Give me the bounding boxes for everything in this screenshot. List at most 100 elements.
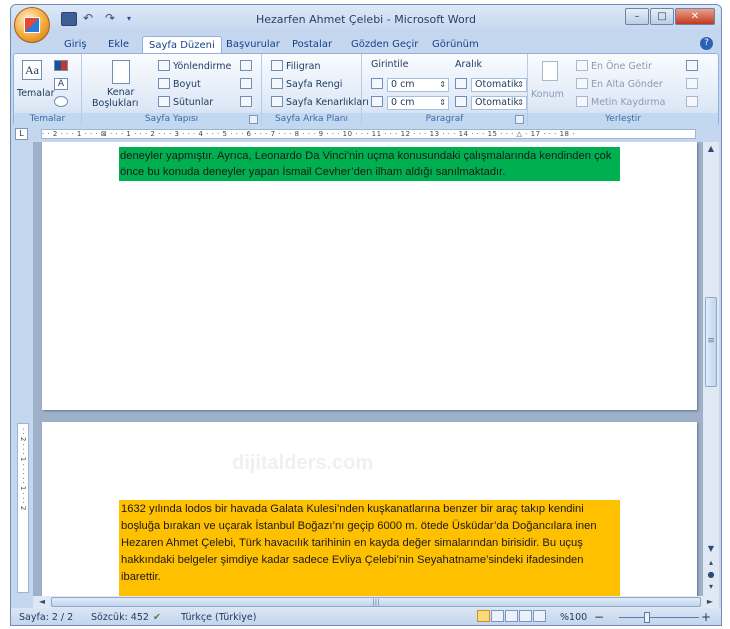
indent-right-field[interactable]: 0 cm xyxy=(387,96,449,110)
scroll-down-button[interactable]: ▼ xyxy=(704,542,718,555)
horizontal-ruler-area: L · · 2 · · · 1 · · · ⊠ · · · 1 · · · 2 … xyxy=(11,127,721,141)
zoom-level[interactable]: %100 xyxy=(560,608,587,625)
group-sayfa-yapisi: Kenar Boşlukları Yönlendirme Boyut Sütun… xyxy=(82,54,262,126)
close-button[interactable]: ✕ xyxy=(675,8,715,25)
theme-fonts-icon[interactable]: A xyxy=(54,78,68,90)
vertical-ruler[interactable]: · · 2 · · · 1 · · · · · 1 · · · 2 xyxy=(17,423,29,593)
zoom-in-button[interactable]: + xyxy=(701,608,711,625)
yonlendirme-label: Yönlendirme xyxy=(173,61,232,72)
horizontal-ruler[interactable]: · · 2 · · · 1 · · · ⊠ · · · 1 · · · 2 · … xyxy=(41,129,696,139)
konum-button[interactable]: Konum xyxy=(531,88,564,102)
breaks-icon[interactable] xyxy=(240,60,255,74)
word-count-status[interactable]: Sözcük: 452 xyxy=(91,608,149,625)
line-numbers-icon[interactable] xyxy=(240,78,255,92)
title-bar: ↶ ↷ ▾ Hezarfen Ahmet Çelebi - Microsoft … xyxy=(11,5,721,43)
full-screen-view-icon[interactable] xyxy=(491,610,504,622)
page-1[interactable]: deneyler yapmıştır. Ayrıca, Leonardo Da … xyxy=(42,142,697,410)
position-icon[interactable] xyxy=(542,61,558,81)
spacing-before-icon xyxy=(455,78,470,92)
boyut-label: Boyut xyxy=(173,79,201,90)
indent-left-icon xyxy=(371,78,386,92)
zoom-slider-thumb[interactable] xyxy=(644,612,650,623)
zoom-slider[interactable] xyxy=(619,617,699,618)
bosluklari-button[interactable]: Boşlukları xyxy=(92,97,138,111)
group-label-sayfa-yapisi: Sayfa Yapısı xyxy=(82,113,261,126)
print-layout-view-icon[interactable] xyxy=(477,610,490,622)
tab-basvurular[interactable]: Başvurular xyxy=(226,36,280,54)
tab-selector-icon[interactable]: L xyxy=(15,128,28,140)
text-wrap-icon xyxy=(576,96,588,107)
en-one-getir-button[interactable]: En Öne Getir xyxy=(576,60,652,74)
scroll-right-button[interactable]: ► xyxy=(703,595,717,608)
boyut-button[interactable]: Boyut xyxy=(158,78,201,92)
send-back-icon xyxy=(576,78,588,89)
horizontal-scroll-thumb[interactable]: ||| xyxy=(51,597,701,607)
en-alta-gonder-button[interactable]: En Alta Gönder xyxy=(576,78,663,92)
spacing-after-field[interactable]: Otomatik xyxy=(471,96,527,110)
zoom-out-button[interactable]: − xyxy=(594,608,604,625)
tab-sayfa-duzeni[interactable]: Sayfa Düzeni xyxy=(142,36,222,54)
tab-gozden-gecir[interactable]: Gözden Geçir xyxy=(351,36,418,54)
page2-paragraph[interactable]: 1632 yılında lodos bir havada Galata Kul… xyxy=(119,500,620,596)
document-area[interactable]: deneyler yapmıştır. Ayrıca, Leonardo Da … xyxy=(33,142,703,596)
align-icon[interactable] xyxy=(686,60,701,74)
sayfa-rengi-button[interactable]: Sayfa Rengi xyxy=(271,78,342,92)
metin-kaydirma-button[interactable]: Metin Kaydırma xyxy=(576,96,665,110)
scroll-left-button[interactable]: ◄ xyxy=(35,595,49,608)
next-page-button[interactable]: ▾ xyxy=(704,580,718,593)
filigran-button[interactable]: Filigran xyxy=(271,60,320,74)
proofing-icon[interactable]: ✔ xyxy=(153,608,161,625)
window-controls: – □ ✕ xyxy=(625,8,715,25)
hyphenation-icon[interactable] xyxy=(240,96,255,110)
spacing-after-icon xyxy=(455,96,470,110)
indent-left-field[interactable]: 0 cm xyxy=(387,78,449,92)
aralik-label: Aralık xyxy=(455,59,483,70)
en-alta-gonder-label: En Alta Gönder xyxy=(591,79,663,90)
temalar-button[interactable]: Temalar xyxy=(17,87,54,101)
group-yerlestir: Konum En Öne Getir En Alta Gönder Metin … xyxy=(528,54,718,126)
yonlendirme-button[interactable]: Yönlendirme xyxy=(158,60,231,74)
page-setup-launcher-icon[interactable] xyxy=(249,115,258,124)
scroll-grip-icon: ≡ xyxy=(707,336,715,346)
sayfa-kenarliklari-label: Sayfa Kenarlıkları xyxy=(286,97,369,108)
vertical-scrollbar[interactable]: ▲ ≡ ▼ ▴ ● ▾ xyxy=(703,142,719,596)
tab-giris[interactable]: Giriş xyxy=(64,36,87,54)
draft-view-icon[interactable] xyxy=(533,610,546,622)
minimize-button[interactable]: – xyxy=(625,8,649,25)
paragraph-launcher-icon[interactable] xyxy=(515,115,524,124)
themes-icon[interactable]: Aa xyxy=(22,60,42,80)
language-status[interactable]: Türkçe (Türkiye) xyxy=(181,608,256,625)
tab-gorunum[interactable]: Görünüm xyxy=(432,36,479,54)
rotate-icon[interactable] xyxy=(686,96,701,110)
vertical-scroll-thumb[interactable]: ≡ xyxy=(705,297,717,387)
maximize-button[interactable]: □ xyxy=(650,8,674,25)
spacing-before-field[interactable]: Otomatik xyxy=(471,78,527,92)
margins-icon[interactable] xyxy=(112,60,130,84)
web-layout-view-icon[interactable] xyxy=(505,610,518,622)
status-bar: Sayfa: 2 / 2 Sözcük: 452 ✔ Türkçe (Türki… xyxy=(11,608,721,625)
page-count-status[interactable]: Sayfa: 2 / 2 xyxy=(19,608,73,625)
page-2[interactable]: dijitalders.com 1632 yılında lodos bir h… xyxy=(42,422,697,596)
view-buttons xyxy=(477,608,547,625)
tab-ekle[interactable]: Ekle xyxy=(108,36,129,54)
horizontal-scrollbar[interactable]: ◄ ||| ► xyxy=(33,596,719,608)
tab-postalar[interactable]: Postalar xyxy=(292,36,332,54)
group-label-sayfa-arka-plani: Sayfa Arka Planı xyxy=(262,113,361,126)
theme-colors-icon[interactable] xyxy=(54,60,68,71)
ribbon-tabs: Giriş Ekle Sayfa Düzeni Başvurular Posta… xyxy=(11,33,721,54)
sayfa-kenarliklari-button[interactable]: Sayfa Kenarlıkları xyxy=(271,96,369,110)
metin-kaydirma-label: Metin Kaydırma xyxy=(591,97,666,108)
help-icon[interactable]: ? xyxy=(700,37,713,50)
theme-effects-icon[interactable] xyxy=(54,96,68,107)
columns-icon xyxy=(158,96,170,107)
office-logo-icon xyxy=(24,17,40,33)
outline-view-icon[interactable] xyxy=(519,610,532,622)
office-button[interactable] xyxy=(14,7,50,43)
scroll-up-button[interactable]: ▲ xyxy=(704,142,718,155)
sutunlar-label: Sütunlar xyxy=(173,97,214,108)
group-objects-icon[interactable] xyxy=(686,78,701,92)
sutunlar-button[interactable]: Sütunlar xyxy=(158,96,213,110)
page1-paragraph[interactable]: deneyler yapmıştır. Ayrıca, Leonardo Da … xyxy=(119,147,620,181)
orientation-icon xyxy=(158,60,170,71)
word-window: ↶ ↷ ▾ Hezarfen Ahmet Çelebi - Microsoft … xyxy=(10,4,722,626)
